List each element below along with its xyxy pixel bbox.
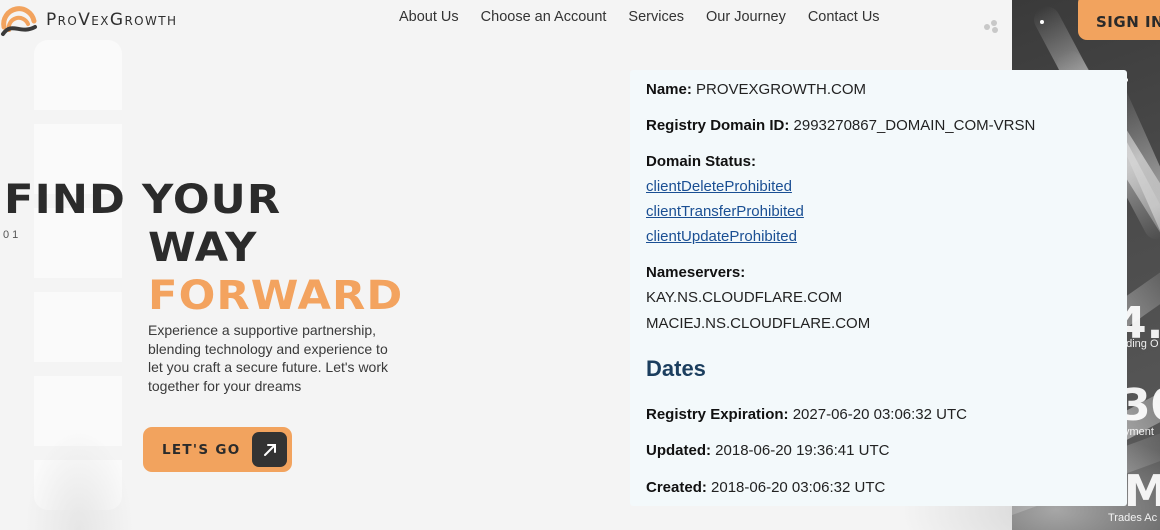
whois-expiration-label: Registry Expiration:: [646, 406, 789, 423]
whois-expiration-value: 2027-06-20 03:06:32 UTC: [792, 406, 967, 423]
status-link-transfer-prohibited[interactable]: clientTransferProhibited: [646, 203, 804, 220]
brand-name: ProVexGrowth: [46, 10, 178, 30]
whois-registry-id-row: Registry Domain ID: 2993270867_DOMAIN_CO…: [646, 117, 1035, 134]
whois-registry-id-label: Registry Domain ID:: [646, 117, 790, 134]
status-link-delete-prohibited[interactable]: clientDeleteProhibited: [646, 178, 792, 195]
nav-about-us[interactable]: About Us: [399, 9, 459, 25]
arrow-up-right-icon: [252, 432, 287, 467]
whois-expiration-row: Registry Expiration: 2027-06-20 03:06:32…: [646, 406, 967, 423]
stat-value-3: M: [1124, 466, 1160, 517]
whois-created-value: 2018-06-20 03:06:32 UTC: [711, 479, 886, 496]
whois-created-row: Created: 2018-06-20 03:06:32 UTC: [646, 479, 885, 496]
whois-created-label: Created:: [646, 479, 707, 496]
main-nav: About Us Choose an Account Services Our …: [399, 9, 902, 25]
whois-name-row: Name: PROVEXGROWTH.COM: [646, 81, 866, 98]
hero-title-line-1: FIND YOUR: [4, 177, 282, 223]
lets-go-label: LET'S GO: [162, 441, 241, 458]
decorative-dots-icon: [984, 20, 1000, 33]
whois-updated-label: Updated:: [646, 442, 711, 459]
sign-in-button[interactable]: SIGN IN: [1078, 0, 1160, 40]
nav-choose-account[interactable]: Choose an Account: [481, 9, 607, 25]
whois-registry-id-value: 2993270867_DOMAIN_COM-VRSN: [793, 117, 1036, 134]
whois-panel: Name: PROVEXGROWTH.COM Registry Domain I…: [630, 70, 1127, 506]
stat-caption-3: Trades Ac: [1108, 512, 1158, 524]
nav-services[interactable]: Services: [628, 9, 684, 25]
whois-status-label: Domain Status:: [646, 153, 757, 170]
whois-status-row: Domain Status:: [646, 153, 756, 170]
whois-updated-row: Updated: 2018-06-20 19:36:41 UTC: [646, 442, 889, 459]
whois-name-label: Name:: [646, 81, 692, 98]
background-ghost-shadow: [24, 430, 134, 530]
nameserver-2: MACIEJ.NS.CLOUDFLARE.COM: [646, 315, 871, 332]
hero-title-line-2: WAY: [148, 225, 258, 271]
hero-title-line-3: FORWARD: [148, 273, 404, 319]
logo-icon: [1, 6, 37, 36]
lets-go-button[interactable]: LET'S GO: [143, 427, 292, 472]
stat-caption-2: yment: [1124, 426, 1154, 438]
nameserver-1: KAY.NS.CLOUDFLARE.COM: [646, 289, 843, 306]
whois-nameservers-label: Nameservers:: [646, 264, 746, 281]
whois-name-value: PROVEXGROWTH.COM: [696, 81, 867, 98]
whois-updated-value: 2018-06-20 19:36:41 UTC: [715, 442, 890, 459]
nav-contact-us[interactable]: Contact Us: [808, 9, 880, 25]
whois-dates-heading: Dates: [646, 356, 706, 381]
brand-logo[interactable]: ProVexGrowth: [0, 0, 177, 40]
nav-our-journey[interactable]: Our Journey: [706, 9, 786, 25]
status-link-update-prohibited[interactable]: clientUpdateProhibited: [646, 228, 797, 245]
hero-slide-index: 01: [3, 229, 22, 241]
hero-description: Experience a supportive partnership, ble…: [148, 322, 389, 394]
whois-nameservers-row: Nameservers:: [646, 264, 745, 281]
